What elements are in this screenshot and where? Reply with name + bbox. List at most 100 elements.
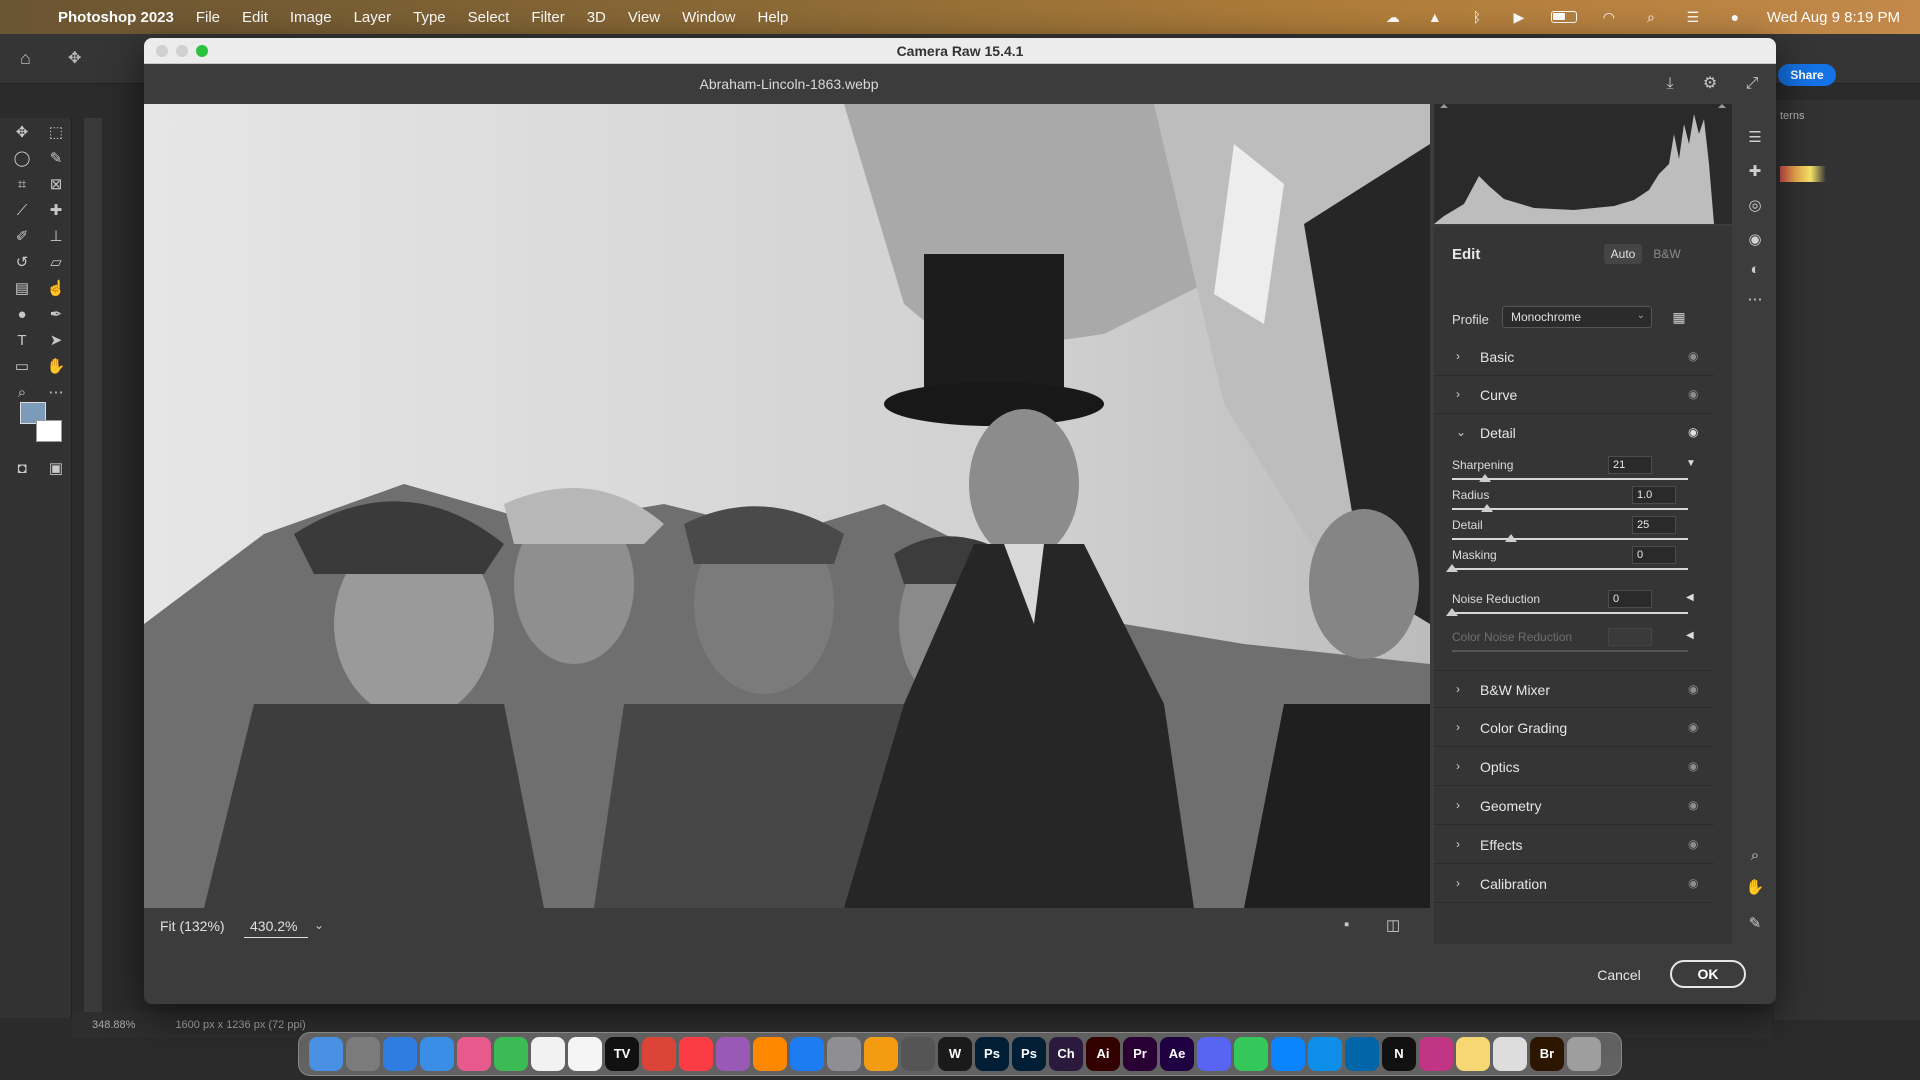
profile-browser-icon[interactable]: ▦ xyxy=(1670,308,1688,326)
cancel-button[interactable]: Cancel xyxy=(1584,962,1654,988)
siri-icon[interactable]: ● xyxy=(1725,10,1745,24)
control-center-icon[interactable]: ☰ xyxy=(1683,10,1703,24)
dodge-tool-icon[interactable]: ● xyxy=(10,304,34,326)
red-eye-icon[interactable]: ◉ xyxy=(1745,230,1765,250)
marquee-tool-icon[interactable]: ⬚ xyxy=(44,122,68,144)
eraser-tool-icon[interactable]: ▱ xyxy=(44,252,68,274)
detail-slider[interactable]: Detail 25 xyxy=(1452,516,1698,548)
menu-view[interactable]: View xyxy=(628,9,660,26)
healing-brush-tool-icon[interactable]: ✚ xyxy=(44,200,68,222)
dock-app-ps[interactable]: Ps xyxy=(1012,1037,1046,1071)
pen-tool-icon[interactable]: ✒ xyxy=(44,304,68,326)
section-effects[interactable]: › Effects ◉ xyxy=(1434,826,1714,864)
slider-track[interactable] xyxy=(1452,538,1688,540)
home-icon[interactable]: ⌂ xyxy=(20,48,31,69)
dock-app-n[interactable]: N xyxy=(1382,1037,1416,1071)
healing-icon[interactable]: ✚ xyxy=(1745,162,1765,182)
eye-icon[interactable]: ◉ xyxy=(1688,837,1698,851)
section-detail[interactable]: ⌄ Detail ◉ xyxy=(1434,414,1714,452)
dock-app-books[interactable] xyxy=(864,1037,898,1071)
menubar-app-name[interactable]: Photoshop 2023 xyxy=(58,9,174,26)
stamp-tool-icon[interactable]: ⊥ xyxy=(44,226,68,248)
close-window-button[interactable] xyxy=(156,45,168,57)
dock-app-photos[interactable] xyxy=(457,1037,491,1071)
section-color-grading[interactable]: › Color Grading ◉ xyxy=(1434,709,1714,747)
eye-icon[interactable]: ◉ xyxy=(1688,682,1698,696)
hand-tool-icon[interactable]: ✋ xyxy=(44,356,68,378)
menu-type[interactable]: Type xyxy=(413,9,446,26)
section-geometry[interactable]: › Geometry ◉ xyxy=(1434,787,1714,825)
zoom-icon[interactable]: ⌕ xyxy=(1745,846,1765,866)
eyedropper-tool-icon[interactable]: ⟋ xyxy=(10,200,34,222)
menu-3d[interactable]: 3D xyxy=(587,9,606,26)
eye-icon[interactable]: ◉ xyxy=(1688,876,1698,890)
masking-value-input[interactable]: 0 xyxy=(1632,546,1676,564)
dock-app-tv[interactable]: TV xyxy=(605,1037,639,1071)
wifi-icon[interactable]: ◠ xyxy=(1599,10,1619,24)
fullscreen-icon[interactable]: ⤢ xyxy=(1742,74,1762,94)
dock-app-instagram[interactable] xyxy=(1419,1037,1453,1071)
auto-button[interactable]: Auto xyxy=(1604,244,1642,264)
swatches-strip[interactable] xyxy=(1780,166,1826,182)
dock-app-w[interactable]: W xyxy=(938,1037,972,1071)
slider-thumb[interactable] xyxy=(1479,474,1492,482)
ok-button[interactable]: OK xyxy=(1670,960,1746,988)
radius-slider[interactable]: Radius 1.0 xyxy=(1452,486,1698,518)
menu-help[interactable]: Help xyxy=(758,9,789,26)
dock-app-vs-code[interactable] xyxy=(1345,1037,1379,1071)
dock-app-finder[interactable] xyxy=(309,1037,343,1071)
maximize-window-button[interactable] xyxy=(196,45,208,57)
gradient-tool-icon[interactable]: ▤ xyxy=(10,278,34,300)
dock-app-settings[interactable] xyxy=(827,1037,861,1071)
dock-app-chrome[interactable] xyxy=(642,1037,676,1071)
background-color-swatch[interactable] xyxy=(36,420,62,442)
eye-icon[interactable]: ◉ xyxy=(1688,425,1698,439)
dock-app-edge[interactable] xyxy=(1308,1037,1342,1071)
menu-window[interactable]: Window xyxy=(682,9,735,26)
sharpening-slider[interactable]: Sharpening 21 ▼ xyxy=(1452,456,1698,488)
slider-thumb[interactable] xyxy=(1505,534,1517,542)
battery-icon[interactable] xyxy=(1550,11,1577,23)
dock-app-app-store[interactable] xyxy=(790,1037,824,1071)
bw-button[interactable]: B&W xyxy=(1648,244,1686,264)
history-brush-tool-icon[interactable]: ↺ xyxy=(10,252,34,274)
dock-app-music[interactable] xyxy=(679,1037,713,1071)
menu-layer[interactable]: Layer xyxy=(354,9,392,26)
frame-tool-icon[interactable]: ⊠ xyxy=(44,174,68,196)
noise-reduction-slider[interactable]: Noise Reduction 0 ◀ xyxy=(1446,590,1698,622)
dock-app-vlc[interactable] xyxy=(753,1037,787,1071)
masking-icon[interactable]: ◎ xyxy=(1745,196,1765,216)
status-zoom[interactable]: 348.88% xyxy=(92,1019,135,1031)
dock-app-chess[interactable] xyxy=(901,1037,935,1071)
slider-thumb[interactable] xyxy=(1446,564,1458,572)
caret-down-icon[interactable]: ▼ xyxy=(1686,458,1696,469)
dock-app-podcasts[interactable] xyxy=(716,1037,750,1071)
dock-app-discord[interactable] xyxy=(1197,1037,1231,1071)
move-tool-icon[interactable]: ✥ xyxy=(68,48,81,68)
minimize-window-button[interactable] xyxy=(176,45,188,57)
menu-filter[interactable]: Filter xyxy=(531,9,564,26)
dock-app-br[interactable]: Br xyxy=(1530,1037,1564,1071)
chevron-down-icon[interactable]: ⌄ xyxy=(314,918,324,932)
brush-tool-icon[interactable]: ✐ xyxy=(10,226,34,248)
dock-app-calendar[interactable] xyxy=(531,1037,565,1071)
bluetooth-icon[interactable]: ᛒ xyxy=(1467,10,1487,24)
dock-app-messages[interactable] xyxy=(1234,1037,1268,1071)
spotlight-search-icon[interactable]: ⌕ xyxy=(1641,10,1661,24)
sharpening-value-input[interactable]: 21 xyxy=(1608,456,1652,474)
dock-app-reminders[interactable] xyxy=(568,1037,602,1071)
menu-select[interactable]: Select xyxy=(468,9,510,26)
dock-app-infuse[interactable] xyxy=(1271,1037,1305,1071)
quick-mask-icon[interactable]: ◘ xyxy=(10,458,34,480)
menu-file[interactable]: File xyxy=(196,9,220,26)
masking-slider[interactable]: Masking 0 xyxy=(1446,546,1698,578)
dock-app-ai[interactable]: Ai xyxy=(1086,1037,1120,1071)
lasso-tool-icon[interactable]: ◯ xyxy=(10,148,34,170)
slider-track[interactable] xyxy=(1452,612,1688,614)
section-bw-mixer[interactable]: › B&W Mixer ◉ xyxy=(1434,670,1714,708)
dock-app-safari[interactable] xyxy=(383,1037,417,1071)
section-calibration[interactable]: › Calibration ◉ xyxy=(1434,865,1714,903)
menu-edit[interactable]: Edit xyxy=(242,9,268,26)
eye-icon[interactable]: ◉ xyxy=(1688,349,1698,363)
dock-app-launchpad[interactable] xyxy=(346,1037,380,1071)
